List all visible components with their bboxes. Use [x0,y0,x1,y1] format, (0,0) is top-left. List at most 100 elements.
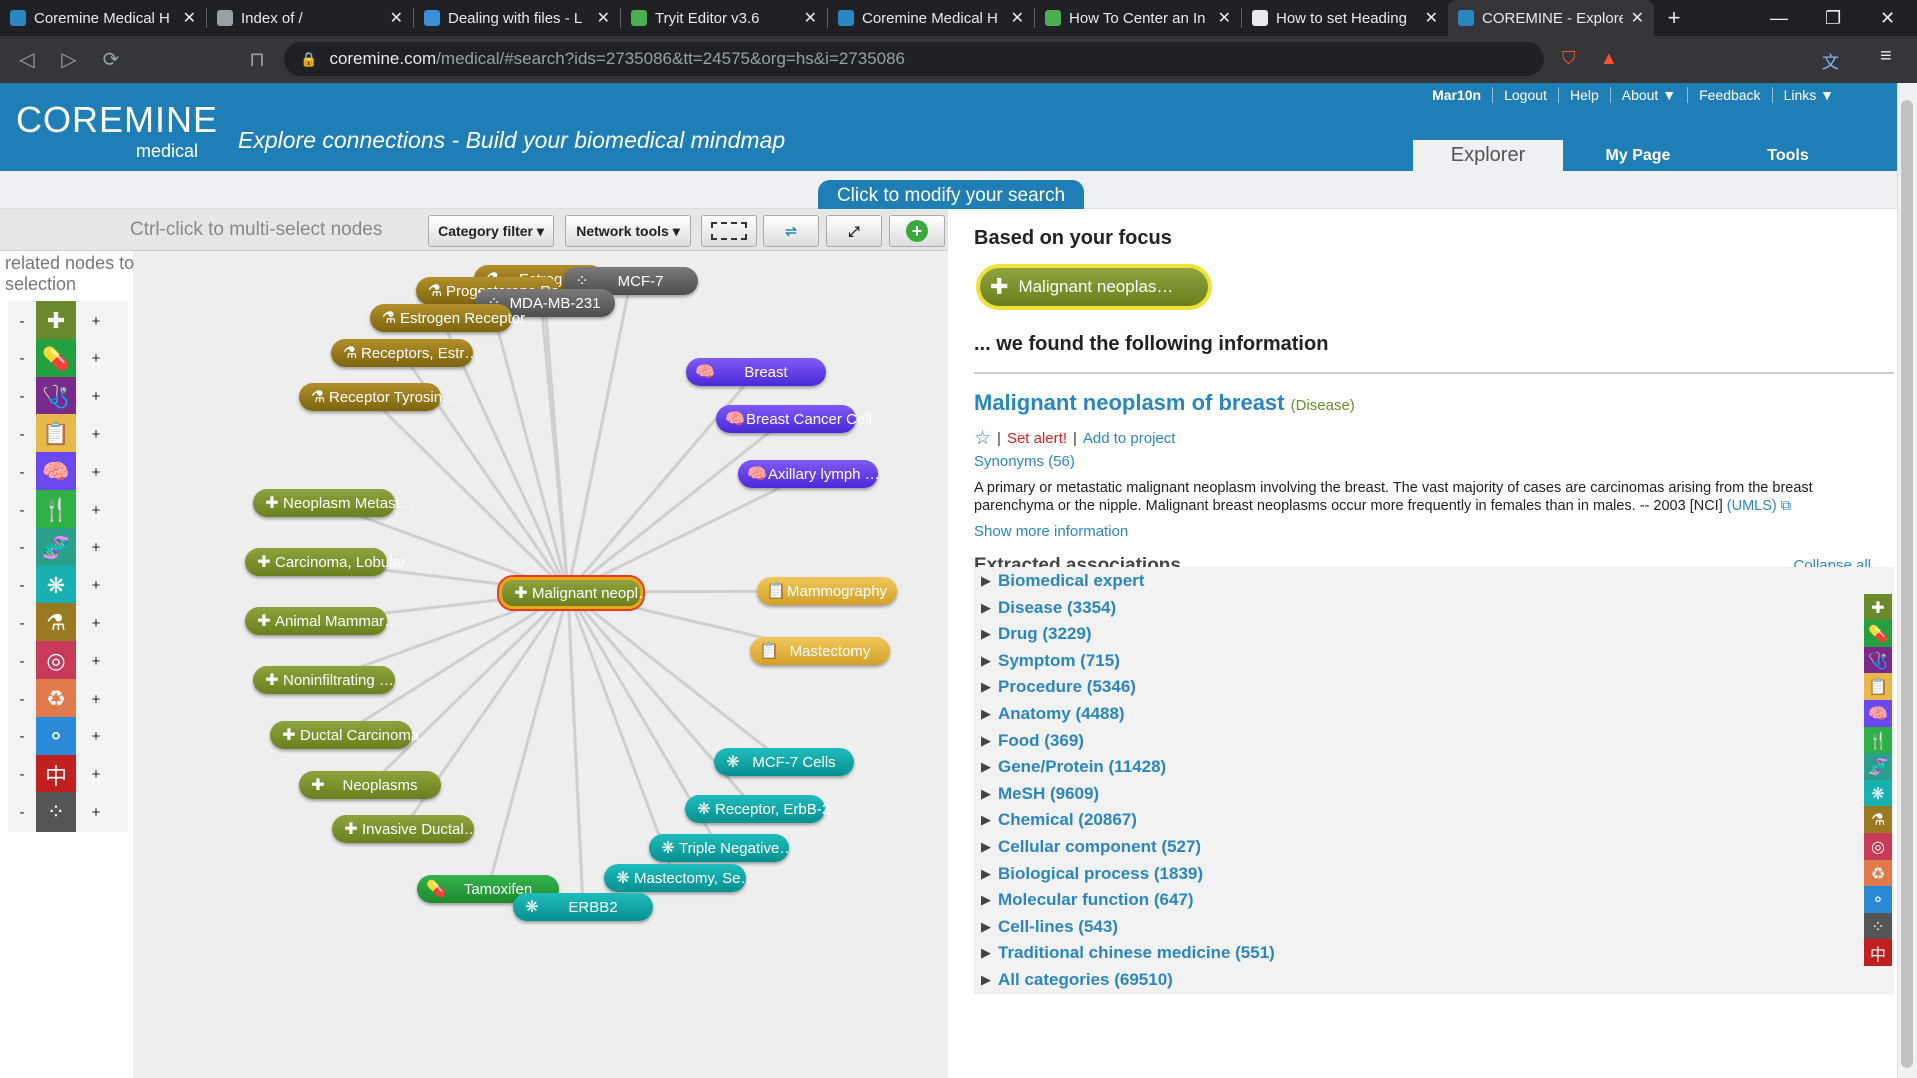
association-label[interactable]: Biological process (1839) [998,864,1864,884]
category-icon[interactable]: ◎ [36,641,76,682]
category-icon[interactable]: ❋ [36,565,76,606]
coremine-logo[interactable]: COREMINE medical [16,99,218,161]
graph-node[interactable]: ✚ Animal Mammar… [245,607,399,635]
remove-category-button[interactable]: - [8,313,36,330]
tab-close-icon[interactable]: ✕ [390,8,403,28]
association-label[interactable]: Cellular component (527) [998,837,1864,857]
association-label[interactable]: Cell-lines (543) [998,917,1864,937]
expand-arrow-icon[interactable]: ▶ [974,786,998,802]
expand-arrow-icon[interactable]: ▶ [974,839,998,855]
category-icon[interactable]: ✚ [36,301,76,341]
expand-arrow-icon[interactable]: ▶ [974,972,998,988]
expand-arrow-icon[interactable]: ▶ [974,759,998,775]
remove-category-button[interactable]: - [8,653,36,670]
add-category-button[interactable]: + [76,804,116,821]
tab-close-icon[interactable]: ✕ [597,8,610,28]
tab-close-icon[interactable]: ✕ [1425,8,1438,28]
expand-arrow-icon[interactable]: ▶ [974,733,998,749]
add-category-button[interactable]: + [76,653,116,670]
graph-node[interactable]: ⚗ Receptors, Estr… [331,339,479,367]
remove-category-button[interactable]: - [8,691,36,708]
remove-category-button[interactable]: - [8,577,36,594]
graph-node[interactable]: ❋ Mastectomy, Se… [604,864,755,892]
add-category-button[interactable]: + [76,539,116,556]
header-link[interactable]: About ▼ [1609,87,1687,103]
remove-category-button[interactable]: - [8,539,36,556]
association-row[interactable]: ▶ MeSH (9609) ❋ [974,779,1894,810]
expand-arrow-icon[interactable]: ▶ [974,892,998,908]
association-label[interactable]: Symptom (715) [998,651,1864,671]
browser-tab[interactable]: Coremine Medical H ✕ [0,0,206,36]
new-tab-icon[interactable]: + [1654,5,1694,31]
focus-node[interactable]: ✚ Malignant neoplas… [976,264,1212,310]
association-label[interactable]: Anatomy (4488) [998,704,1864,724]
category-icon[interactable]: 🧬 [36,527,76,568]
remove-category-button[interactable]: - [8,464,36,481]
graph-node[interactable]: 📋 Mammography [757,577,897,605]
tab-explorer[interactable]: Explorer [1413,140,1563,171]
remove-category-button[interactable]: - [8,728,36,745]
graph-node[interactable]: 🧠 Breast Cancer Cell [716,405,872,433]
layout-button[interactable]: ⇌ [763,215,819,247]
add-node-button[interactable]: + [889,215,945,247]
tab-close-icon[interactable]: ✕ [804,8,817,28]
association-label[interactable]: Food (369) [998,731,1864,751]
synonyms-link[interactable]: Synonyms (56) [974,453,1075,470]
category-icon[interactable]: 🩺 [36,376,76,417]
association-label[interactable]: Disease (3354) [998,598,1864,618]
tab-tools[interactable]: Tools [1713,140,1863,171]
header-link[interactable]: Links ▼ [1771,87,1845,103]
tab-close-icon[interactable]: ✕ [1218,8,1231,28]
association-row[interactable]: ▶ Symptom (715) 🩺 [974,646,1894,677]
add-category-button[interactable]: + [76,766,116,783]
remove-category-button[interactable]: - [8,426,36,443]
add-category-button[interactable]: + [76,464,116,481]
association-row[interactable]: ▶ All categories (69510) [974,966,1894,996]
browser-tab[interactable]: How To Center an In ✕ [1035,0,1241,36]
close-window-icon[interactable]: ✕ [1880,8,1895,29]
association-row[interactable]: ▶ Food (369) 🍴 [974,726,1894,757]
browser-tab[interactable]: Tryit Editor v3.6 ✕ [621,0,827,36]
category-icon[interactable]: 💊 [36,338,76,379]
graph-node[interactable]: ✚ Carcinoma, Lobular [245,548,406,576]
graph-node[interactable]: ⚗ Estrogen Receptor [370,304,525,332]
browser-tab[interactable]: Coremine Medical H ✕ [828,0,1034,36]
expand-arrow-icon[interactable]: ▶ [974,866,998,882]
graph-node[interactable]: 🧠 Axillary lymph … [738,460,880,488]
add-category-button[interactable]: + [76,350,116,367]
association-label[interactable]: MeSH (9609) [998,784,1864,804]
network-graph[interactable]: ⚗Estrogen⚗Progesterone Re…⁘MCF-7⁘MDA-MB-… [133,251,948,1078]
graph-node[interactable]: ✚ Ductal Carcinoma [270,721,419,749]
association-row[interactable]: ▶ Anatomy (4488) 🧠 [974,700,1894,730]
brave-rewards-icon[interactable]: ▲ [1600,48,1618,69]
category-filter-button[interactable]: Category filter ▾ [428,215,554,247]
association-row[interactable]: ▶ Biomedical expert [974,567,1894,597]
expand-arrow-icon[interactable]: ▶ [974,812,998,828]
remove-category-button[interactable]: - [8,766,36,783]
graph-node[interactable]: ⚗ Receptor Tyrosin… [299,383,457,411]
expand-arrow-icon[interactable]: ▶ [974,919,998,935]
category-icon[interactable]: ♻ [36,679,76,719]
forward-icon[interactable]: ▷ [48,47,90,72]
tab-close-icon[interactable]: ✕ [1011,8,1024,28]
scrollbar-thumb[interactable] [1901,100,1913,1068]
association-row[interactable]: ▶ Gene/Protein (11428) 🧬 [974,753,1894,784]
show-more-link[interactable]: Show more information [974,523,1128,540]
minimize-icon[interactable]: — [1770,8,1788,29]
expand-arrow-icon[interactable]: ▶ [974,600,998,616]
association-label[interactable]: All categories (69510) [998,970,1894,990]
header-link[interactable]: Help [1557,87,1610,103]
header-link[interactable]: Mar10n [1421,87,1492,103]
category-icon[interactable]: ⚗ [36,603,76,644]
brave-shield-icon[interactable]: ⛉ [1562,48,1576,69]
association-row[interactable]: ▶ Disease (3354) ✚ [974,593,1894,624]
browser-tab[interactable]: How to set Heading ✕ [1242,0,1448,36]
remove-category-button[interactable]: - [8,615,36,632]
fit-view-button[interactable]: ⤢ [826,215,882,247]
browser-tab[interactable]: Dealing with files - L ✕ [414,0,620,36]
disease-title[interactable]: Malignant neoplasm of breast (Disease) [974,390,1355,416]
graph-node[interactable]: ✚ Invasive Ductal… [332,815,479,843]
category-icon[interactable]: ⁘ [36,792,76,833]
association-label[interactable]: Gene/Protein (11428) [998,757,1864,777]
set-alert-link[interactable]: Set alert! [1007,430,1067,447]
